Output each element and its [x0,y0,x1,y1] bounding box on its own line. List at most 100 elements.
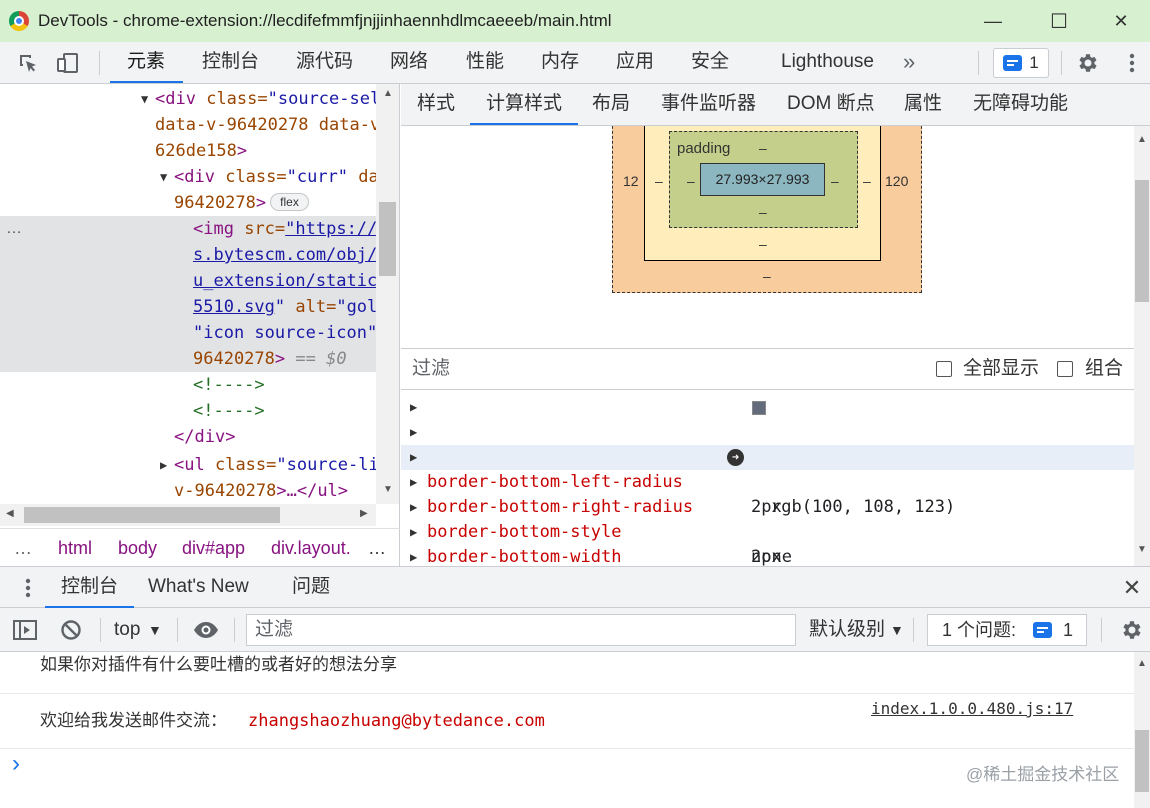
tab-application[interactable]: 应用 [616,42,654,83]
border-left-value[interactable]: – [655,173,663,189]
settings-gear-icon[interactable] [1074,42,1102,84]
close-window-button[interactable]: ✕ [1092,0,1150,42]
scroll-down-arrow-icon[interactable]: ▼ [1137,544,1147,555]
group-checkbox[interactable] [1057,361,1073,377]
scrollbar-thumb[interactable] [379,202,396,276]
maximize-button[interactable]: ☐ [1030,0,1088,42]
tab-layout[interactable]: 布局 [592,84,630,125]
elements-vertical-scrollbar[interactable]: ▲ ▼ [376,84,399,504]
computed-filter-input[interactable]: 过滤 [412,349,450,389]
tab-event-listeners[interactable]: 事件监听器 [661,84,756,125]
dom-node-line[interactable]: ▼ <div class="curr" da [0,164,379,190]
computed-property-row[interactable]: ▶ border-bottom-style none [401,470,1134,567]
dom-node-line-selected[interactable]: <img src="https:// [0,216,377,242]
tab-computed[interactable]: 计算样式 [469,84,579,125]
close-drawer-icon[interactable]: ✕ [1120,567,1144,609]
elements-dom-tree[interactable]: … ▼ <div class="source-sel data-v-9642027… [0,84,400,528]
console-prompt-row[interactable]: › @稀土掘金技术社区 [0,749,1134,808]
dom-node-line[interactable]: 96420278> flex [0,190,376,216]
dom-node-line[interactable]: ▼ <div class="source-sel [0,86,380,112]
tab-console[interactable]: 控制台 [202,42,259,83]
drawer-tab-whats-new[interactable]: What's New [148,567,249,608]
scrollbar-thumb[interactable] [1135,730,1149,792]
tab-network[interactable]: 网络 [390,42,428,83]
padding-left-value[interactable]: – [687,173,695,189]
tab-performance[interactable]: 性能 [466,42,504,83]
expand-triangle-icon[interactable]: ▶ [410,495,417,520]
breadcrumb-scroll-left[interactable]: … [14,529,32,567]
tab-properties[interactable]: 属性 [904,84,942,125]
context-dropdown-icon[interactable]: ▼ [148,608,162,652]
dom-node-line[interactable]: 5510.svg" alt="gol [0,294,377,320]
expand-triangle-icon[interactable]: ▶ [160,452,167,478]
flex-badge[interactable]: flex [270,193,309,211]
expand-triangle-icon[interactable]: ▶ [410,520,417,545]
border-bottom-value[interactable]: – [759,236,767,252]
tab-security[interactable]: 安全 [691,42,729,83]
scrollbar-thumb[interactable] [1135,180,1149,302]
computed-property-row[interactable]: ▶ border-image-repeat stretch [401,545,1134,566]
dom-node-line[interactable]: v-96420278>…</ul> [0,478,376,504]
console-settings-gear-icon[interactable] [1118,608,1146,652]
console-filter-input[interactable]: 过滤 [246,614,796,646]
expand-triangle-icon[interactable]: ▶ [410,470,417,495]
padding-bottom-value[interactable]: – [759,204,767,220]
breadcrumb-html[interactable]: html [58,529,92,567]
tab-dom-breakpoints[interactable]: DOM 断点 [787,84,875,125]
more-options-icon[interactable] [1122,42,1142,84]
breadcrumb-div-layout[interactable]: div.layout. [271,529,351,567]
margin-bottom-value[interactable]: – [763,268,771,284]
breadcrumb-body[interactable]: body [118,529,157,567]
dom-comment-line[interactable]: <!----> [0,398,376,424]
border-right-value[interactable]: – [863,173,871,189]
dom-node-line[interactable]: </div> [0,424,376,450]
console-vertical-scrollbar[interactable]: ▲ [1134,652,1150,808]
context-selector[interactable]: top [114,608,140,652]
dom-node-line[interactable]: s.bytescm.com/obj/ [0,242,377,268]
show-all-checkbox[interactable] [936,361,952,377]
more-tabs-icon[interactable]: » [903,42,915,83]
computed-property-row-hovered[interactable]: ▶ border-bottom-right-radius ➜ 2px [401,445,1134,567]
issues-counter-button[interactable]: 1 [993,48,1049,78]
margin-left-value[interactable]: 12 [623,173,639,189]
dom-node-line[interactable]: 96420278> == $0 [0,346,376,372]
styles-vertical-scrollbar[interactable]: ▲ ▼ [1134,126,1150,566]
tab-memory[interactable]: 内存 [541,42,579,83]
show-all-label[interactable]: 全部显示 [963,349,1039,389]
scroll-right-arrow-icon[interactable]: ▶ [360,508,368,519]
tab-styles[interactable]: 样式 [417,84,455,125]
collapse-triangle-icon[interactable]: ▼ [141,86,148,112]
dom-node-line[interactable]: data-v-96420278 data-v [0,112,380,138]
expand-triangle-icon[interactable]: ▶ [410,420,417,445]
log-level-dropdown-icon[interactable]: ▼ [890,608,904,652]
minimize-button[interactable]: — [964,0,1022,42]
device-toolbar-icon[interactable] [54,42,82,84]
clear-console-icon[interactable] [58,608,84,652]
breadcrumb-scroll-right[interactable]: … [368,529,386,567]
expand-triangle-icon[interactable]: ▶ [410,445,417,470]
scroll-left-arrow-icon[interactable]: ◀ [6,508,14,519]
scroll-up-arrow-icon[interactable]: ▲ [1137,658,1147,669]
live-expression-eye-icon[interactable] [192,608,220,652]
tab-accessibility[interactable]: 无障碍功能 [973,84,1068,125]
scroll-up-arrow-icon[interactable]: ▲ [383,88,393,99]
expand-triangle-icon[interactable]: ▶ [410,395,417,420]
dom-node-line[interactable]: 626de158> [0,138,376,164]
tab-sources[interactable]: 源代码 [296,42,353,83]
breadcrumb-div-app[interactable]: div#app [182,529,245,567]
computed-property-row[interactable]: ▶ border-bottom-color rgb(100, 108, 123) [401,395,1134,517]
img-src-link[interactable]: "https:// [285,219,377,239]
tab-elements[interactable]: 元素 [109,42,184,83]
dom-node-line[interactable]: "icon source-icon" [0,320,377,346]
goto-arrow-icon[interactable]: ➜ [727,449,744,466]
computed-property-row[interactable]: ▶ border-bottom-left-radius 2px [401,420,1134,517]
tab-lighthouse[interactable]: Lighthouse [781,42,874,83]
computed-property-row[interactable]: ▶ border-bottom-width 0px [401,495,1134,592]
console-issues-button[interactable]: 1 个问题: 1 [927,614,1087,646]
expand-triangle-icon[interactable]: ▶ [410,545,417,566]
scroll-down-arrow-icon[interactable]: ▼ [383,484,393,495]
source-link[interactable]: index.1.0.0.480.js:17 [871,698,1073,720]
padding-right-value[interactable]: – [831,173,839,189]
collapse-triangle-icon[interactable]: ▼ [160,164,167,190]
margin-right-value[interactable]: 120 [885,173,908,189]
